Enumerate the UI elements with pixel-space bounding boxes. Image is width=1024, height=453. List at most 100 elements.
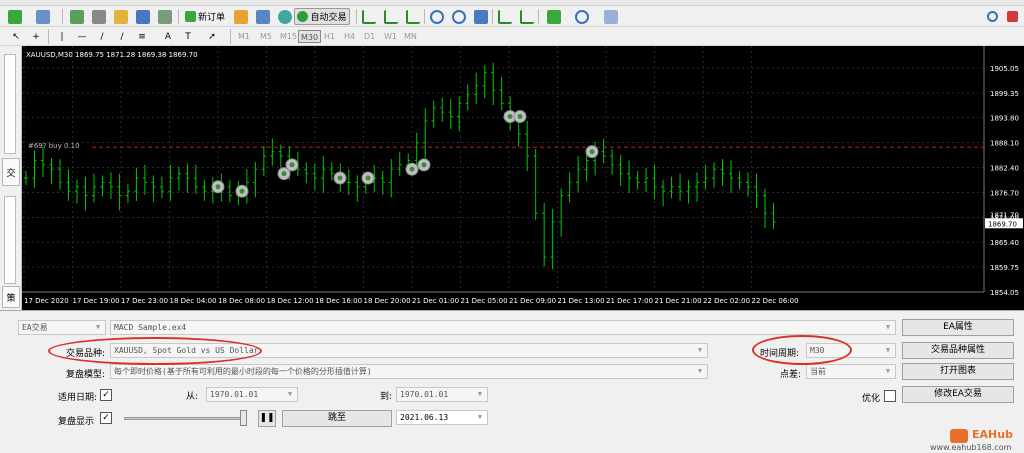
expert-select[interactable]: MACD Sample.ex4 ▼ [110,320,896,335]
speed-slider-thumb[interactable] [240,410,247,426]
chart-shift-button[interactable] [518,8,536,25]
timeframe-h1[interactable]: H1 [322,30,337,43]
market-button[interactable] [276,8,294,25]
y-tick-label: 1888.10 [990,139,1019,147]
auto-trading-button[interactable]: 自动交易 [294,8,350,25]
data-window-button[interactable] [90,8,108,25]
templates-button[interactable] [598,8,624,25]
profiles-icon [36,9,50,24]
chevron-down-icon: ▼ [697,346,703,354]
crosshair-button[interactable]: + [28,28,44,45]
trade-marker-dot [421,162,427,168]
vertical-line-icon: | [60,31,64,42]
templates-icon [604,9,618,24]
channel-button[interactable]: ∕ [114,28,130,45]
zoom-out-button[interactable] [450,8,468,25]
x-tick-label: 17 Dec 2020 [24,297,69,305]
tab-trade[interactable]: 交 [2,158,20,186]
timeframe-m15[interactable]: M15 [278,30,299,43]
chart-canvas: 1905.05 1899.35 1893.80 1888.10 1882.40 1876.… [22,46,1023,305]
timeframe-w1[interactable]: W1 [382,30,399,43]
line-chart-button[interactable] [404,8,422,25]
use-date-checkbox[interactable]: ✓ [100,389,112,401]
arrows-button[interactable]: ➚ [200,28,224,45]
symbol-properties-button[interactable]: 交易品种属性 [902,342,1014,359]
bar-chart-button[interactable] [360,8,378,25]
x-tick-label: 21 Dec 09:00 [509,297,556,305]
auto-scroll-button[interactable] [496,8,514,25]
text-label-icon: T [185,31,191,42]
skip-date-value: 2021.06.13 [400,413,449,422]
left-dock-panel: 交 策 [0,46,22,310]
text-label-button[interactable]: T [180,28,196,45]
trendline-button[interactable]: / [94,28,110,45]
open-chart-button[interactable]: 打开图表 [902,363,1014,380]
meta-editor-button[interactable] [232,8,250,25]
expert-properties-button[interactable]: EA属性 [902,319,1014,336]
terminal-button[interactable] [134,8,152,25]
vertical-line-button[interactable]: | [54,28,70,45]
visual-mode-checkbox[interactable]: ✓ [100,412,112,424]
new-order-button[interactable]: 新订单 [182,8,228,25]
clock-icon [575,9,589,24]
expert-value: MACD Sample.ex4 [114,323,187,332]
trade-marker-dot [409,166,415,172]
search-icon [986,11,998,22]
modify-expert-button[interactable]: 修改EA交易 [902,386,1014,403]
navigator-scrollbar[interactable] [4,54,16,154]
search-button[interactable] [984,8,1000,25]
timeframe-m5[interactable]: M5 [258,30,274,43]
chevron-down-icon: ▼ [697,367,703,375]
tester-scrollbar[interactable] [4,196,16,284]
tile-icon [474,9,488,24]
timeframe-m30[interactable]: M30 [298,30,322,43]
new-chart-button[interactable] [4,8,26,25]
community-button[interactable] [1004,8,1020,25]
optimize-checkbox[interactable] [884,390,896,402]
timeframe-h4[interactable]: H4 [342,30,357,43]
fibonacci-button[interactable]: ≡ [134,28,150,45]
calendar-icon: ▼ [477,390,483,398]
candlesticks-button[interactable] [382,8,400,25]
skip-to-button[interactable]: 跳至 [282,410,392,427]
x-tick-label: 18 Dec 16:00 [315,297,362,305]
from-date-field[interactable]: 1970.01.01 ▼ [206,387,298,402]
mode-select[interactable]: EA交易 ▼ [18,320,106,335]
skip-date-field[interactable]: 2021.06.13 ▼ [396,410,488,425]
model-select[interactable]: 每个即时价格(基于所有可利用的最小时段的每一个价格的分形插值计算) ▼ [110,364,708,379]
timeframe-d1[interactable]: D1 [362,30,377,43]
cursor-button[interactable]: ↖ [8,28,24,45]
timeframe-mn[interactable]: MN [402,30,419,43]
x-tick-label: 21 Dec 05:00 [461,297,508,305]
timeframe-m1[interactable]: M1 [236,30,252,43]
profiles-button[interactable] [30,8,56,25]
horizontal-line-button[interactable]: — [74,28,90,45]
price-chart[interactable]: 1905.05 1899.35 1893.80 1888.10 1882.40 1876.… [22,46,1024,310]
navigator-button[interactable] [112,8,130,25]
signals-button[interactable] [254,8,272,25]
pause-button[interactable]: ❚❚ [258,410,276,427]
indicators-button[interactable] [542,8,566,25]
tile-windows-button[interactable] [472,8,490,25]
speed-slider-track[interactable] [124,417,244,420]
to-date-field[interactable]: 1970.01.01 ▼ [396,387,488,402]
trade-marker-dot [365,175,371,181]
tab-strategy[interactable]: 策 [2,286,20,308]
text-button[interactable]: A [160,28,176,45]
trade-marker-dot [281,171,287,177]
bar-chart-icon [362,9,376,24]
terminal-icon [136,9,150,24]
market-watch-button[interactable] [68,8,86,25]
trade-marker-dot [337,175,343,181]
to-label: 到: [380,392,393,402]
x-tick-label: 18 Dec 04:00 [170,297,217,305]
watermark-brand: EAHub [972,428,1013,441]
x-tick-label: 21 Dec 01:00 [412,297,459,305]
eahub-logo [950,429,968,443]
strategy-tester-button[interactable] [156,8,174,25]
x-tick-label: 22 Dec 06:00 [752,297,799,305]
zoom-in-button[interactable] [428,8,446,25]
new-order-icon [184,11,196,22]
spread-select[interactable]: 当前 ▼ [806,364,896,379]
periods-button[interactable] [570,8,594,25]
